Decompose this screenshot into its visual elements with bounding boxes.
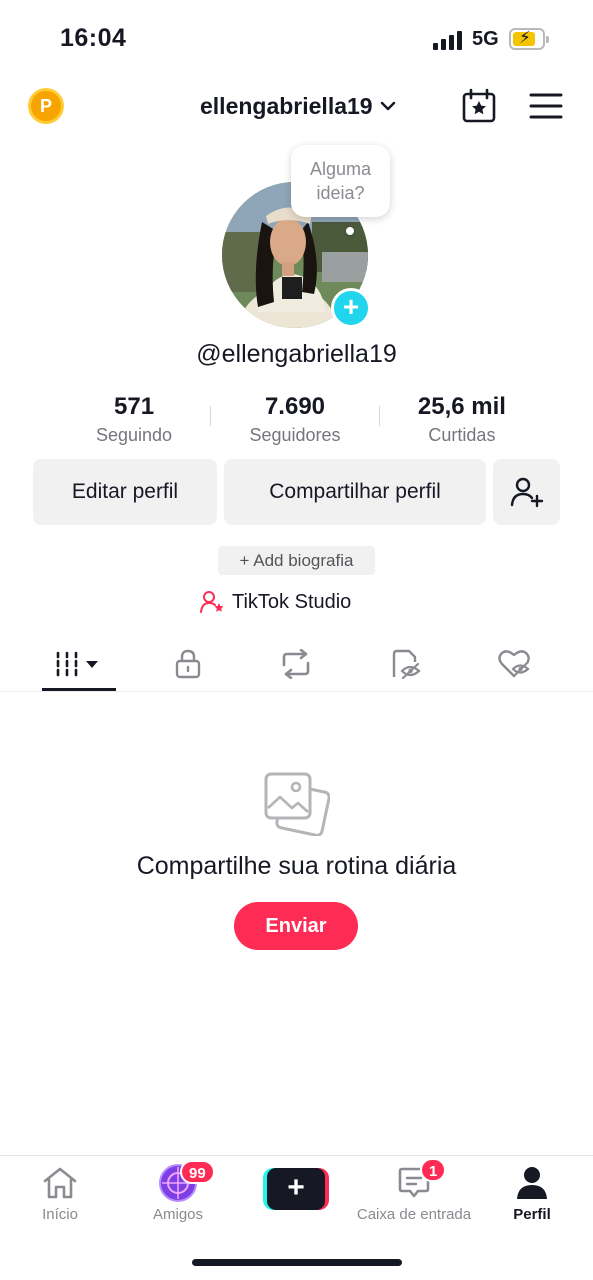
- tab-liked[interactable]: [477, 640, 551, 688]
- bubble-tail: [346, 227, 354, 235]
- tab-hidden[interactable]: [369, 640, 443, 688]
- status-bar: 16:04 5G ⚡: [0, 0, 593, 80]
- nav-home-label: Início: [42, 1206, 78, 1223]
- lock-icon: [175, 649, 201, 679]
- active-tab-indicator: [42, 688, 116, 691]
- stats-row: 571 Seguindo 7.690 Seguidores 25,6 mil C…: [96, 392, 506, 452]
- status-time: 16:04: [60, 24, 127, 52]
- stat-divider: [210, 406, 212, 426]
- add-story-button[interactable]: +: [331, 288, 371, 328]
- tab-reposts[interactable]: [259, 640, 333, 688]
- stat-label: Seguidores: [249, 425, 341, 445]
- home-icon: [43, 1167, 77, 1199]
- profile-icon: [517, 1167, 547, 1199]
- home-indicator: [192, 1259, 402, 1266]
- signal-icon: [433, 31, 463, 50]
- edit-profile-button[interactable]: Editar perfil: [33, 459, 217, 525]
- nav-friends[interactable]: 99 Amigos: [118, 1160, 238, 1223]
- add-friend-button[interactable]: [493, 459, 560, 525]
- network-type: 5G: [472, 28, 499, 50]
- profile-tabs: [0, 640, 593, 692]
- plus-icon: +: [267, 1168, 325, 1210]
- tiktok-studio-link[interactable]: TikTok Studio: [200, 588, 351, 616]
- stat-followers[interactable]: 7.690 Seguidores: [249, 392, 340, 452]
- coins-icon[interactable]: P: [28, 88, 64, 124]
- nav-inbox[interactable]: 1 Caixa de entrada: [354, 1158, 474, 1223]
- nav-friends-label: Amigos: [152, 1206, 204, 1223]
- chevron-down-icon: [380, 101, 395, 111]
- create-button[interactable]: +: [263, 1168, 329, 1210]
- stat-label: Curtidas: [428, 425, 496, 445]
- stat-likes[interactable]: 25,6 mil Curtidas: [418, 392, 506, 452]
- photos-icon: [264, 772, 330, 836]
- upload-button[interactable]: Enviar: [234, 902, 358, 950]
- calendar-star-icon[interactable]: [461, 88, 497, 124]
- friends-badge: 99: [180, 1160, 215, 1184]
- stat-divider: [378, 406, 380, 426]
- private-eye-icon: [392, 649, 421, 679]
- inbox-badge: 1: [420, 1158, 447, 1182]
- stat-label: Seguindo: [96, 425, 173, 445]
- add-bio-button[interactable]: + Add biografia: [218, 546, 375, 575]
- account-switcher[interactable]: ellengabriella19: [200, 90, 397, 122]
- nav-home[interactable]: Início: [0, 1164, 120, 1223]
- menu-icon[interactable]: [529, 92, 563, 120]
- tab-videos[interactable]: [42, 640, 116, 688]
- liked-heart-icon: [498, 650, 530, 678]
- note-bubble-line-2: ideia?: [316, 183, 365, 203]
- studio-person-star-icon: [200, 591, 224, 613]
- add-user-icon: [510, 477, 543, 508]
- battery-charging-icon: ⚡: [509, 28, 549, 50]
- account-username: ellengabriella19: [200, 92, 373, 119]
- profile-handle: @ellengabriella19: [196, 340, 397, 368]
- studio-label: TikTok Studio: [232, 590, 352, 613]
- stat-following[interactable]: 571 Seguindo: [96, 392, 172, 452]
- nav-inbox-label: Caixa de entrada: [356, 1206, 472, 1223]
- stat-value: 571: [114, 393, 155, 420]
- stat-value: 7.690: [264, 393, 326, 420]
- repost-icon: [282, 649, 310, 679]
- share-profile-button[interactable]: Compartilhar perfil: [224, 459, 486, 525]
- note-bubble[interactable]: Alguma ideia?: [291, 145, 390, 217]
- nav-profile-label: Perfil: [513, 1206, 551, 1223]
- tab-private[interactable]: [151, 640, 225, 688]
- stat-value: 25,6 mil: [417, 393, 506, 420]
- empty-state-title: Compartilhe sua rotina diária: [136, 852, 457, 880]
- note-bubble-line-1: Alguma: [309, 159, 372, 179]
- videos-grid-icon: [56, 651, 98, 677]
- nav-profile[interactable]: Perfil: [472, 1164, 592, 1223]
